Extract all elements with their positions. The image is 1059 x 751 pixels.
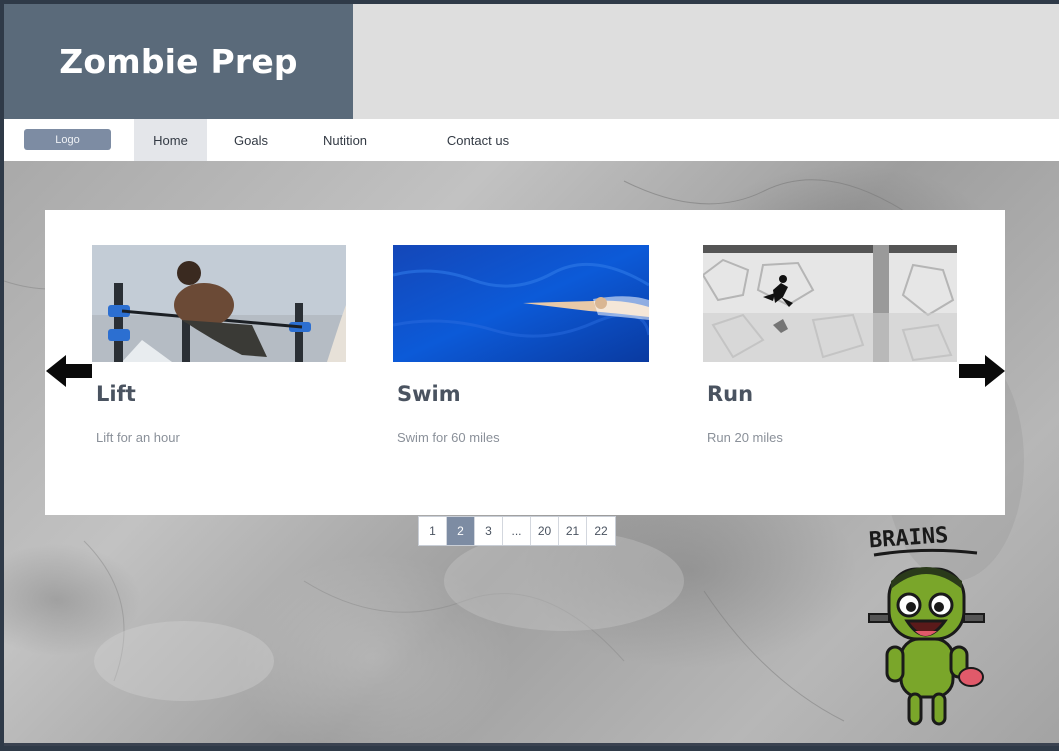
card-swim[interactable]: Swim Swim for 60 miles: [393, 245, 649, 445]
nav-item-home[interactable]: Home: [134, 119, 207, 161]
lift-image: [92, 245, 346, 362]
nav-item-nutrition[interactable]: Nutition: [304, 119, 386, 161]
brains-caption: BRAINS: [868, 523, 949, 553]
card-run[interactable]: Run Run 20 miles: [703, 245, 959, 445]
run-image: [703, 245, 957, 362]
site-title: Zombie Prep: [59, 42, 298, 81]
nav-item-contact[interactable]: Contact us: [422, 119, 534, 161]
arrow-right-icon[interactable]: [957, 351, 1007, 391]
header-banner: Zombie Prep: [4, 4, 353, 119]
nav-item-goals[interactable]: Goals: [216, 119, 286, 161]
page-frame: Zombie Prep Logo Home Goals Nutition Con…: [4, 4, 1059, 746]
bottom-border: [4, 743, 1059, 746]
zombie-mascot: BRAINS: [868, 523, 985, 726]
card-description: Swim for 60 miles: [397, 430, 500, 445]
page-22-button[interactable]: 22: [587, 517, 615, 545]
nav-bar: Logo Home Goals Nutition Contact us: [4, 119, 1059, 161]
card-description: Run 20 miles: [707, 430, 783, 445]
page-ellipsis: ...: [503, 517, 531, 545]
arrow-left-icon[interactable]: [44, 351, 94, 391]
page-21-button[interactable]: 21: [559, 517, 587, 545]
card-title: Run: [707, 382, 754, 406]
card-description: Lift for an hour: [96, 430, 180, 445]
swim-image: [393, 245, 649, 362]
page-20-button[interactable]: 20: [531, 517, 559, 545]
header-right-panel: [353, 4, 1059, 119]
page-3-button[interactable]: 3: [475, 517, 503, 545]
hero-section: Lift Lift for an hour Swim Swim for 60 m…: [4, 161, 1059, 746]
card-title: Lift: [96, 382, 136, 406]
pagination: 1 2 3 ... 20 21 22: [418, 516, 616, 546]
card-lift[interactable]: Lift Lift for an hour: [92, 245, 348, 445]
carousel-panel: Lift Lift for an hour Swim Swim for 60 m…: [45, 210, 1005, 515]
page-1-button[interactable]: 1: [419, 517, 447, 545]
card-title: Swim: [397, 382, 461, 406]
page-2-button[interactable]: 2: [447, 517, 475, 545]
logo-button[interactable]: Logo: [24, 129, 111, 150]
